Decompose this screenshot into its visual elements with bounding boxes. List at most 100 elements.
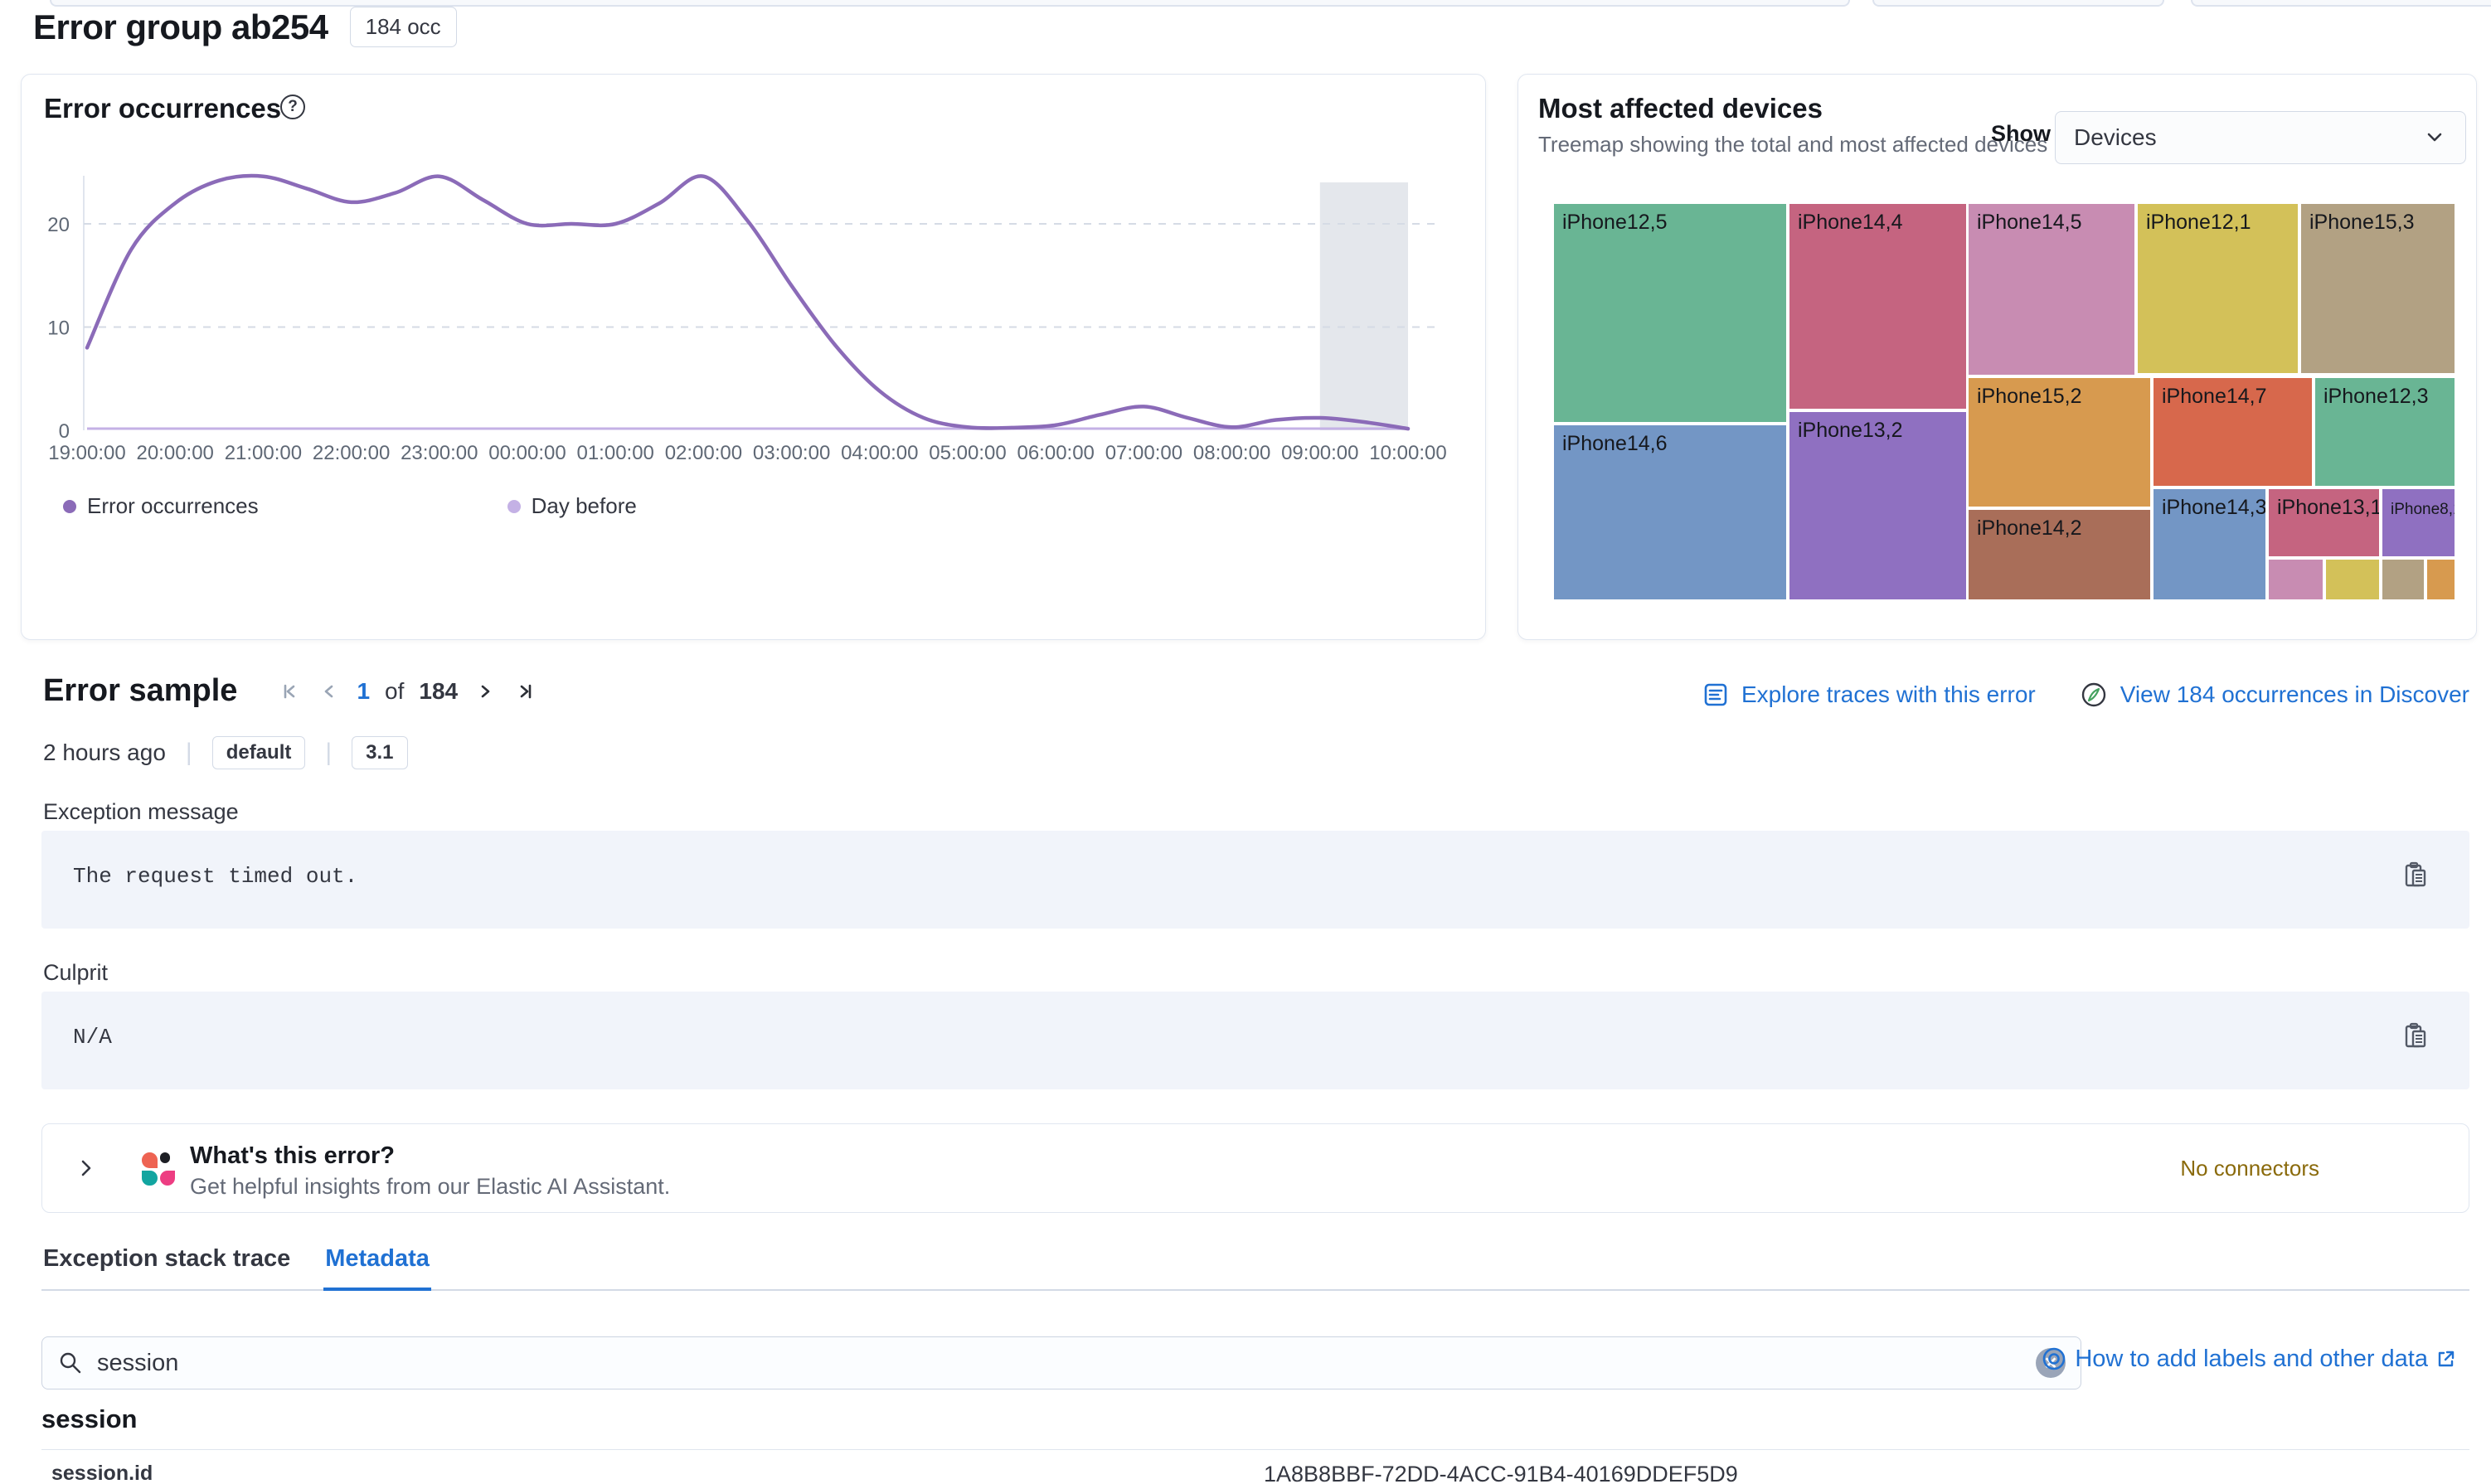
legend-item[interactable]: Day before [507, 493, 637, 519]
first-page-icon[interactable] [277, 679, 302, 704]
svg-text:09:00:00: 09:00:00 [1281, 442, 1358, 464]
metadata-search-input[interactable] [97, 1350, 2036, 1377]
treemap-cell-label: iPhone12,5 [1562, 211, 1668, 234]
treemap-cell[interactable]: iPhone8,1 [2382, 489, 2455, 556]
labels-help-label: How to add labels and other data [2075, 1346, 2428, 1373]
chevron-right-icon[interactable] [74, 1156, 99, 1181]
copy-clipboard-icon[interactable] [2400, 1020, 2433, 1053]
svg-text:0: 0 [59, 420, 70, 443]
ai-assistant-title: What's this error? [190, 1142, 395, 1170]
svg-text:04:00:00: 04:00:00 [841, 442, 918, 464]
last-page-icon[interactable] [512, 679, 537, 704]
treemap-cell[interactable] [2326, 560, 2379, 599]
trace-explorer-icon [1702, 681, 1730, 709]
treemap-cell[interactable] [2269, 560, 2323, 599]
total-pages: 184 [419, 678, 458, 705]
metadata-value: 1A8B8BBF-72DD-4ACC-91B4-40169DDEF5D9 [1255, 1462, 2469, 1484]
svg-text:00:00:00: 00:00:00 [488, 442, 566, 464]
treemap-cell-label: iPhone12,3 [2323, 385, 2429, 408]
legend-item[interactable]: Error occurrences [63, 493, 259, 519]
treemap-cell[interactable]: iPhone14,7 [2154, 378, 2312, 486]
treemap-cell[interactable]: iPhone12,3 [2315, 378, 2455, 486]
treemap-cell[interactable]: iPhone14,3 [2154, 489, 2265, 599]
current-page: 1 [357, 678, 370, 705]
metadata-group-title: session [41, 1404, 137, 1434]
metadata-search[interactable]: ✕ [41, 1336, 2081, 1389]
page-title: Error group ab254 [33, 7, 328, 47]
legend-dot-icon [63, 500, 76, 513]
external-link-icon [2435, 1347, 2458, 1370]
devices-panel-title: Most affected devices [1538, 93, 1823, 124]
svg-text:05:00:00: 05:00:00 [929, 442, 1006, 464]
treemap-cell-label: iPhone14,6 [1562, 432, 1668, 455]
devices-treemap: iPhone12,5 iPhone14,6 iPhone14,4 iPhone13,2… [1554, 204, 2455, 599]
treemap-cell[interactable]: iPhone15,2 [1969, 378, 2150, 507]
tab-exception-stack-trace[interactable]: Exception stack trace [41, 1242, 292, 1289]
page-header: Error group ab254 184 occ [33, 7, 457, 47]
tab-metadata[interactable]: Metadata [323, 1242, 431, 1291]
elastic-ai-assistant-icon [142, 1152, 175, 1186]
ai-assistant-panel: What's this error? Get helpful insights … [41, 1123, 2469, 1213]
version-badge: 3.1 [352, 736, 407, 769]
sample-meta-row: 2 hours ago | default | 3.1 [43, 736, 408, 769]
sample-paginator: 1 of 184 [277, 678, 537, 705]
environment-badge: default [212, 736, 306, 769]
search-icon [57, 1350, 84, 1376]
explore-traces-label: Explore traces with this error [1741, 681, 2036, 708]
metadata-table: session.id1A8B8BBF-72DD-4ACC-91B4-40169D… [41, 1449, 2469, 1484]
treemap-cell-label: iPhone15,2 [1977, 385, 2082, 408]
treemap-cell[interactable]: iPhone12,5 [1554, 204, 1786, 422]
svg-text:08:00:00: 08:00:00 [1193, 442, 1270, 464]
prev-page-icon[interactable] [317, 679, 342, 704]
exception-message-box: The request timed out. [41, 831, 2469, 929]
svg-text:01:00:00: 01:00:00 [576, 442, 653, 464]
culprit-value: N/A [73, 1025, 112, 1050]
exception-message-value: The request timed out. [73, 864, 357, 889]
metadata-key: session.id [41, 1462, 1255, 1484]
show-label: Show [1991, 121, 2051, 147]
error-sample-links: Explore traces with this error View 184 … [1702, 680, 2469, 710]
copy-clipboard-icon[interactable] [2400, 859, 2433, 892]
treemap-cell-label: iPhone14,4 [1798, 211, 1903, 234]
svg-text:19:00:00: 19:00:00 [48, 442, 125, 464]
svg-text:03:00:00: 03:00:00 [753, 442, 830, 464]
treemap-cell-label: iPhone14,7 [2162, 385, 2267, 408]
treemap-cell[interactable]: iPhone14,4 [1789, 204, 1966, 409]
treemap-cell-label: iPhone14,3 [2162, 496, 2265, 519]
legend-label: Day before [532, 493, 637, 519]
svg-text:20: 20 [47, 214, 70, 236]
treemap-cell-label: iPhone12,1 [2146, 211, 2251, 234]
treemap-cell[interactable]: iPhone14,6 [1554, 425, 1786, 599]
treemap-cell[interactable]: iPhone13,2 [1789, 412, 1966, 599]
svg-text:23:00:00: 23:00:00 [401, 442, 478, 464]
explore-traces-link[interactable]: Explore traces with this error [1702, 681, 2036, 709]
metadata-row: session.id1A8B8BBF-72DD-4ACC-91B4-40169D… [41, 1449, 2469, 1484]
exception-message-label: Exception message [43, 799, 239, 825]
chevron-down-icon [2422, 125, 2447, 150]
treemap-cell[interactable]: iPhone12,1 [2138, 204, 2298, 373]
treemap-cell[interactable]: iPhone13,1 [2269, 489, 2379, 556]
error-sample-header: Error sample 1 of 184 [43, 673, 537, 709]
next-page-icon[interactable] [473, 679, 498, 704]
labels-help-link[interactable]: How to add labels and other data [2040, 1345, 2458, 1373]
treemap-cell[interactable]: iPhone15,3 [2301, 204, 2455, 373]
treemap-cell[interactable]: iPhone14,2 [1969, 510, 2150, 599]
error-sample-title: Error sample [43, 673, 237, 709]
error-occurrences-panel: Error occurrences ? 0102019:00:0020:00:0… [21, 74, 1486, 640]
help-ring-icon [2040, 1345, 2068, 1373]
discover-compass-icon [2079, 680, 2109, 710]
discover-link[interactable]: View 184 occurrences in Discover [2079, 680, 2469, 710]
treemap-cell[interactable]: iPhone14,5 [1969, 204, 2134, 375]
svg-text:10: 10 [47, 318, 70, 340]
devices-select[interactable]: Devices [2055, 111, 2466, 164]
devices-select-value: Devices [2074, 124, 2157, 151]
svg-text:07:00:00: 07:00:00 [1105, 442, 1182, 464]
treemap-cell[interactable] [2427, 560, 2455, 599]
treemap-cell[interactable] [2382, 560, 2424, 599]
most-affected-devices-panel: Most affected devices Treemap showing th… [1517, 74, 2477, 640]
treemap-cell-label: iPhone8,1 [2391, 501, 2455, 518]
top-cutoff-card [1872, 0, 2164, 7]
sample-timestamp: 2 hours ago [43, 740, 166, 766]
treemap-cell-label: iPhone14,2 [1977, 516, 2082, 540]
separator: | [186, 739, 192, 767]
